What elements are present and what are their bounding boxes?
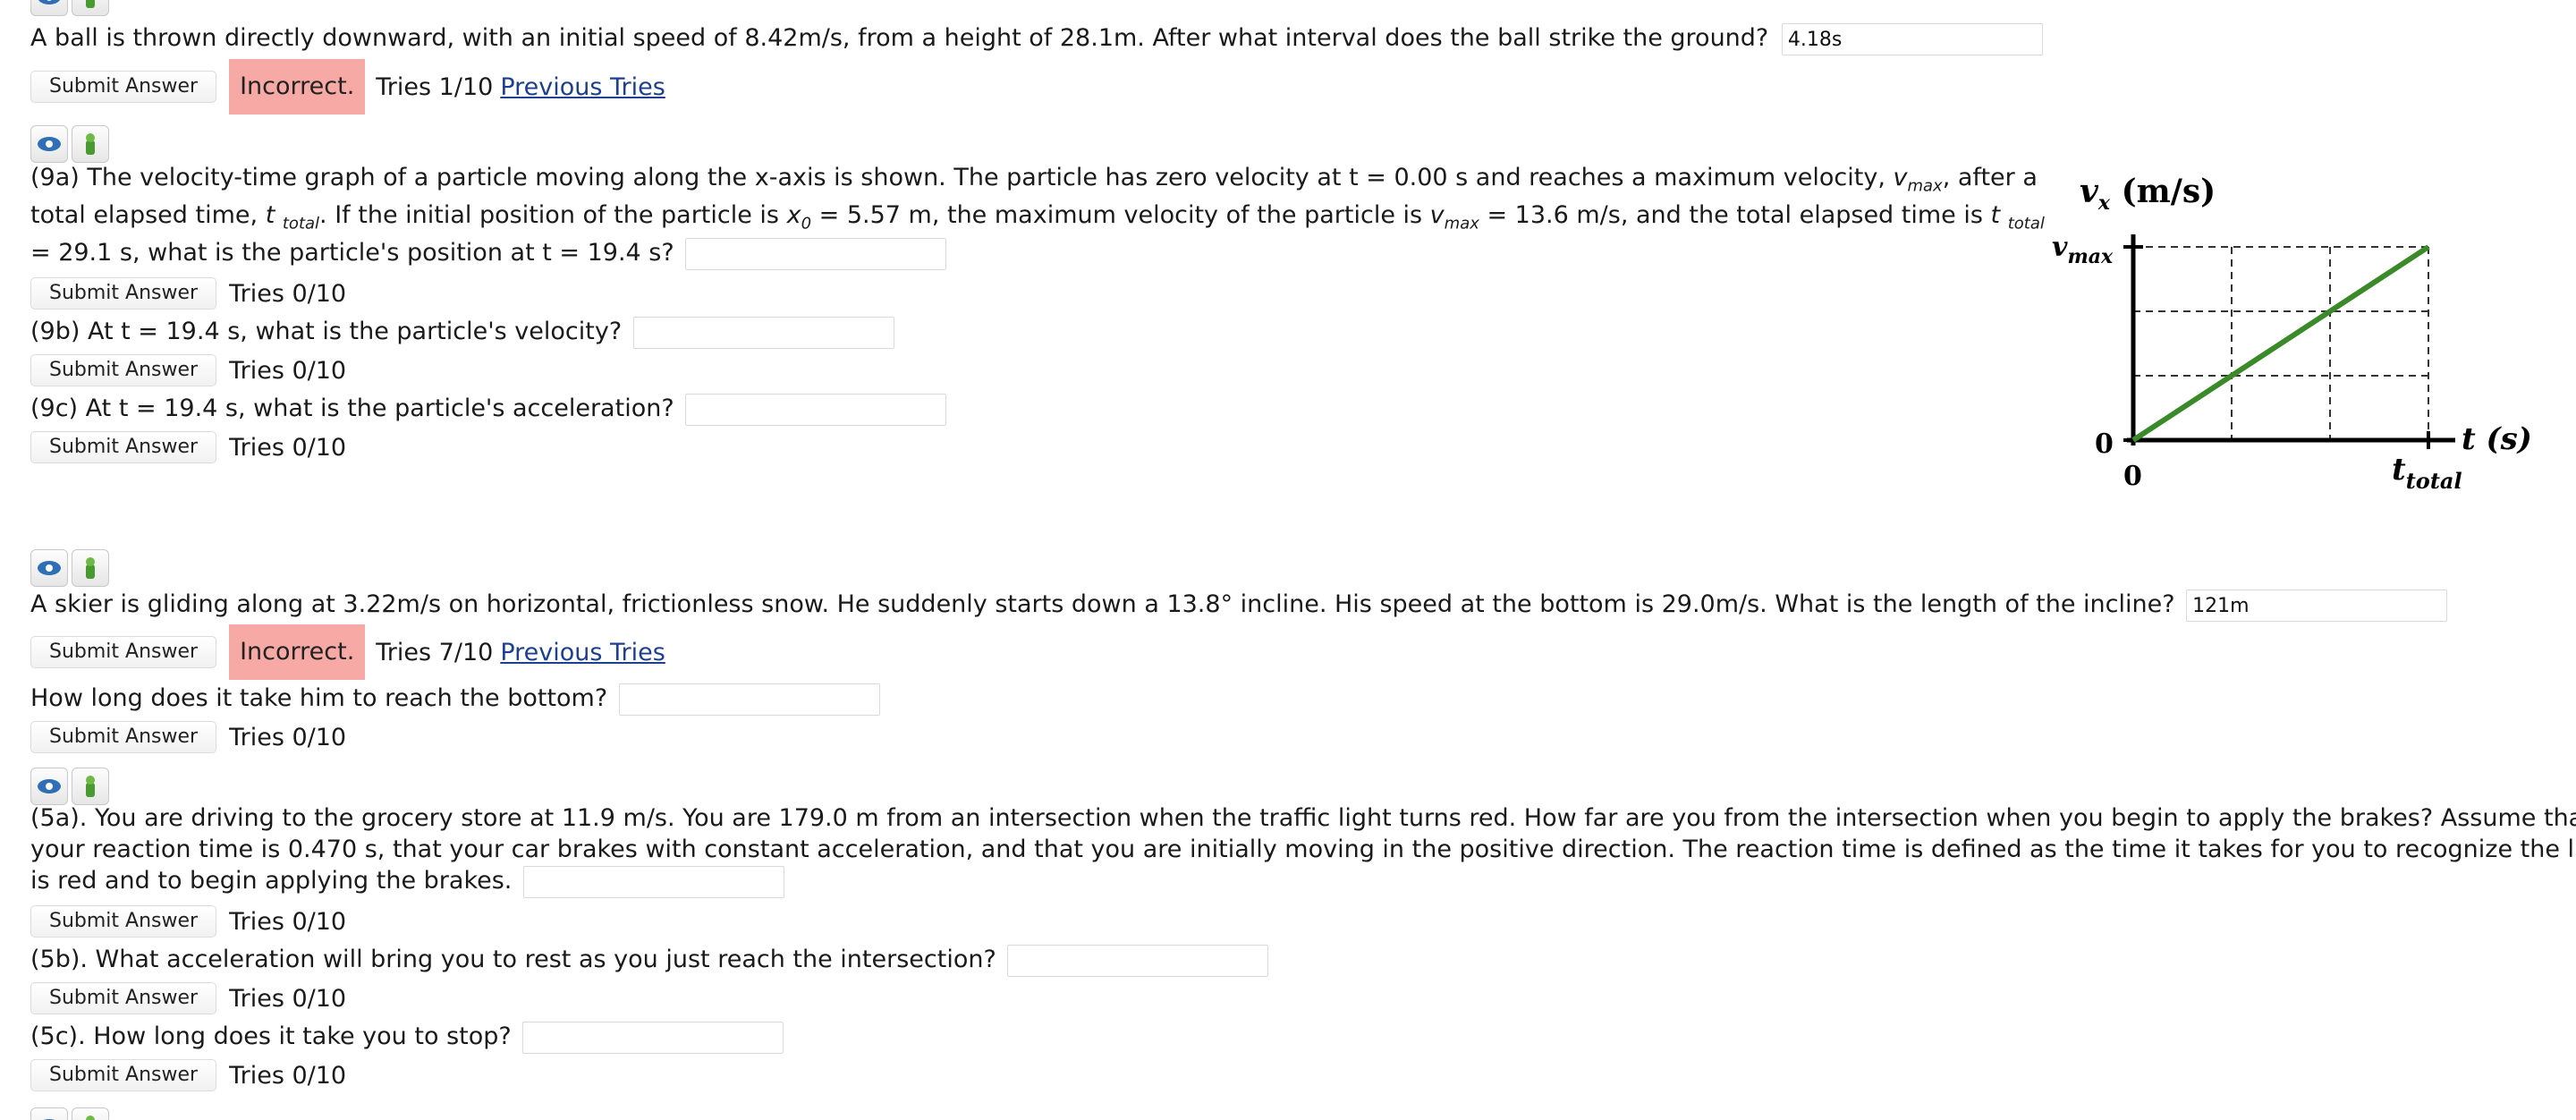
x-axis-label: t (s) (2462, 421, 2532, 457)
answer-input[interactable]: 4.18s (1781, 22, 2043, 55)
tries-count: Tries 0/10 (229, 984, 347, 1013)
submit-button[interactable]: Submit Answer (30, 71, 217, 103)
q5a-line-2: your reaction time is 0.470 s, that your… (30, 836, 2576, 863)
bottom-icons-partial (30, 1106, 111, 1120)
top-icons-partial (30, 0, 111, 20)
hint-icon[interactable] (72, 1107, 109, 1120)
answer-row-9a: Submit Answer Tries 0/10 (30, 272, 353, 315)
eye-icon[interactable] (30, 768, 68, 805)
question-text: (9c) At t = 19.4 s, what is the particle… (30, 395, 674, 422)
question-text: How long does it take him to reach the b… (30, 684, 608, 712)
question-5b: (5b). What acceleration will bring you t… (30, 941, 1269, 979)
eye-icon[interactable] (30, 1107, 68, 1120)
submit-button[interactable]: Submit Answer (30, 1059, 217, 1091)
answer-row-ball: Submit Answer Incorrect. Tries 1/10 Prev… (30, 59, 665, 115)
answer-input[interactable] (618, 683, 880, 716)
question-text: (9b) At t = 19.4 s, what is the particle… (30, 318, 623, 345)
answer-input[interactable] (523, 865, 784, 898)
submit-button[interactable]: Submit Answer (30, 277, 217, 310)
ttotal-sub: total (282, 214, 320, 233)
answer-row-5a: Submit Answer Tries 0/10 (30, 900, 353, 943)
tries-count: Tries 0/10 (229, 356, 347, 385)
hint-icon[interactable] (72, 549, 109, 587)
x-symbol: x (786, 201, 801, 229)
t-symbol: t (265, 201, 275, 229)
question-text: A skier is gliding along at 3.22m/s on h… (30, 590, 2175, 618)
q9a-text-6: = 13.6 m/s, and the total elapsed time i… (1479, 201, 1991, 229)
answer-input[interactable] (632, 316, 894, 349)
skier-icons (30, 547, 109, 589)
answer-row-5c: Submit Answer Tries 0/10 (30, 1054, 353, 1097)
vmax-symbol: v (1893, 164, 1908, 191)
zero-y-label: 0 (2095, 428, 2114, 460)
answer-row-9c: Submit Answer Tries 0/10 (30, 426, 353, 469)
ttotal-label: ttotal (2392, 452, 2462, 494)
hint-icon[interactable] (72, 768, 109, 805)
submit-button[interactable]: Submit Answer (30, 354, 217, 386)
submit-button[interactable]: Submit Answer (30, 982, 217, 1014)
q5a-line-3: is red and to begin applying the brakes. (30, 867, 513, 895)
eye-icon[interactable] (30, 125, 68, 163)
q9a-text-3: total elapsed time, (30, 201, 266, 229)
question-text: (5c). How long does it take you to stop? (30, 1022, 512, 1050)
question-text: (5b). What acceleration will bring you t… (30, 946, 996, 973)
answer-row-5b: Submit Answer Tries 0/10 (30, 977, 353, 1020)
q9a-text-7: = 29.1 s, what is the particle's positio… (30, 239, 674, 267)
velocity-time-graph: vx (m/s) vmax 0 0 t (s) ttotal (2052, 173, 2532, 494)
answer-input[interactable] (1007, 944, 1269, 977)
q9a-text-1: (9a) The velocity-time graph of a partic… (30, 164, 1894, 191)
velocity-line (2131, 244, 2430, 443)
incorrect-badge: Incorrect. (229, 624, 366, 680)
tries-count: Tries 0/10 (229, 433, 347, 462)
question-9a: (9a) The velocity-time graph of a partic… (30, 159, 2045, 272)
question-9c: (9c) At t = 19.4 s, what is the particle… (30, 390, 947, 428)
submit-button[interactable]: Submit Answer (30, 636, 217, 668)
eye-icon[interactable] (30, 0, 68, 16)
vmax-label: vmax (2052, 232, 2114, 268)
y-axis-label: vx (m/s) (2080, 173, 2216, 215)
answer-row-skier-b: Submit Answer Tries 0/10 (30, 716, 353, 759)
q9a-text-2: , after a (1942, 164, 2038, 191)
vmax-symbol: v (1429, 201, 1445, 229)
zero-x-label: 0 (2123, 461, 2142, 492)
question-skier: A skier is gliding along at 3.22m/s on h… (30, 586, 2448, 624)
incorrect-badge: Incorrect. (229, 59, 366, 115)
tries-count: Tries 0/10 (229, 907, 347, 936)
hint-icon[interactable] (72, 0, 109, 16)
hint-icon[interactable] (72, 125, 109, 163)
submit-button[interactable]: Submit Answer (30, 721, 217, 753)
answer-input[interactable] (522, 1021, 784, 1054)
eye-icon[interactable] (30, 549, 68, 587)
tries-count: Tries 1/10 (376, 72, 494, 101)
question-5a: (5a). You are driving to the grocery sto… (30, 802, 2576, 898)
question-5c: (5c). How long does it take you to stop? (30, 1018, 784, 1056)
x0-sub: 0 (801, 214, 812, 233)
tries-count: Tries 0/10 (229, 1061, 347, 1090)
vmax-sub: max (1907, 176, 1943, 196)
q9a-text-4: . If the initial position of the particl… (319, 201, 787, 229)
answer-input[interactable] (685, 237, 947, 270)
q5-icons (30, 766, 109, 807)
submit-button[interactable]: Submit Answer (30, 905, 217, 938)
previous-tries-link[interactable]: Previous Tries (500, 73, 665, 101)
question-skier-b: How long does it take him to reach the b… (30, 680, 880, 717)
tries-count: Tries 0/10 (229, 723, 347, 751)
answer-input[interactable] (685, 393, 947, 426)
question-text: A ball is thrown directly downward, with… (30, 24, 1769, 52)
t-symbol: t (1990, 201, 2001, 229)
answer-row-9b: Submit Answer Tries 0/10 (30, 349, 353, 392)
vmax-sub: max (1444, 214, 1479, 233)
question-9b: (9b) At t = 19.4 s, what is the particle… (30, 313, 894, 351)
answer-input[interactable]: 121m (2186, 589, 2448, 622)
previous-tries-link[interactable]: Previous Tries (500, 639, 665, 666)
question-ball: A ball is thrown directly downward, with… (30, 20, 2043, 57)
answer-row-skier: Submit Answer Incorrect. Tries 7/10 Prev… (30, 624, 665, 680)
tries-count: Tries 0/10 (229, 279, 347, 308)
submit-button[interactable]: Submit Answer (30, 431, 217, 463)
tries-count: Tries 7/10 (376, 638, 494, 666)
q5a-line-1: (5a). You are driving to the grocery sto… (30, 804, 2576, 832)
q9a-text-5: = 5.57 m, the maximum velocity of the pa… (811, 201, 1430, 229)
